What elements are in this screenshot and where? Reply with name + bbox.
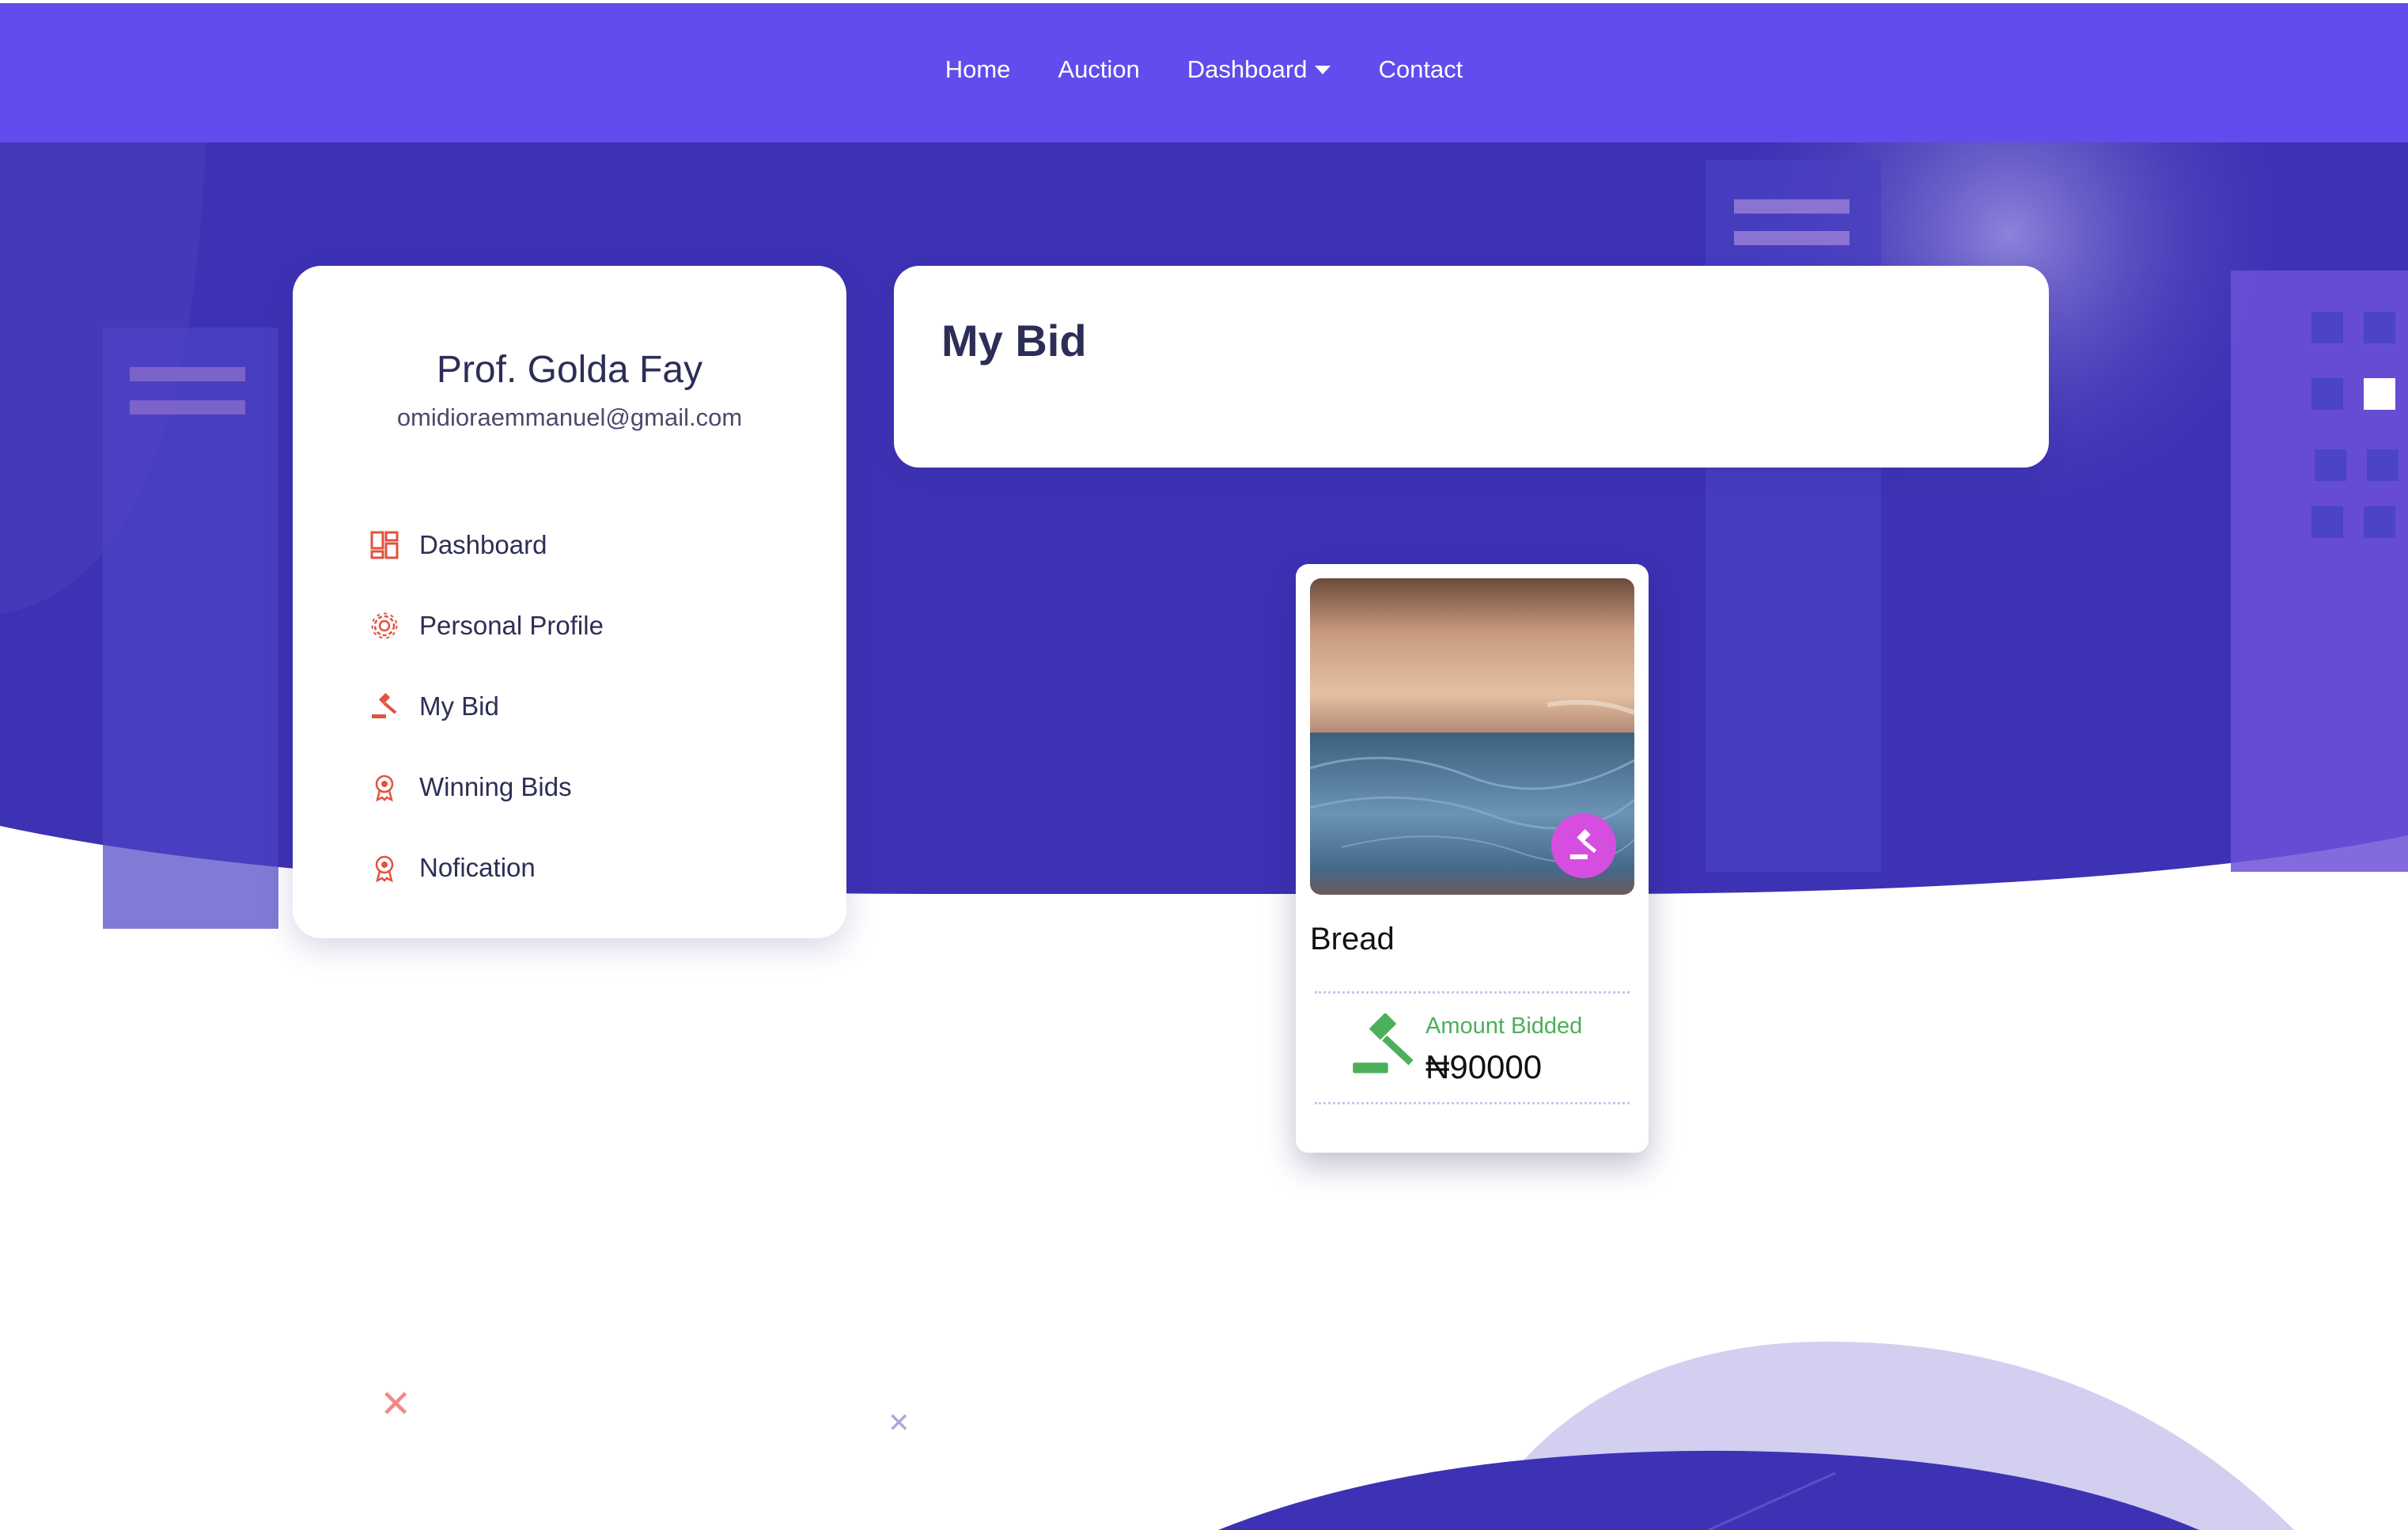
nav-contact-link[interactable]: Contact xyxy=(1354,55,1486,84)
nav-home-link[interactable]: Home xyxy=(922,55,1035,84)
main-nav: Home Auction Dashboard Contact xyxy=(0,55,2408,84)
sidebar-item-label: Personal Profile xyxy=(419,611,604,640)
bid-card[interactable]: Bread Amount Bidded ₦90000 xyxy=(1296,564,1649,1153)
nav-dashboard-dropdown[interactable]: Dashboard xyxy=(1164,55,1355,84)
profile-sidebar: Prof. Golda Fay omidioraemmanuel@gmail.c… xyxy=(293,266,846,938)
nav-home-label: Home xyxy=(945,55,1011,83)
divider xyxy=(1315,991,1630,994)
sidebar-item-label: My Bid xyxy=(419,691,499,721)
amount-bidded-value: ₦90000 xyxy=(1425,1048,1543,1085)
bottom-wave-decoration xyxy=(1218,1341,2294,1530)
nav-auction-label: Auction xyxy=(1058,55,1140,83)
amount-bidded-label: Amount Bidded xyxy=(1425,1013,1583,1039)
dashboard-icon xyxy=(369,529,400,561)
nav-dashboard-label: Dashboard xyxy=(1187,55,1308,83)
gear-icon xyxy=(369,610,400,642)
gavel-icon xyxy=(1569,829,1597,860)
divider xyxy=(1315,1102,1630,1104)
bid-badge-button[interactable] xyxy=(1551,813,1616,878)
nav-contact-label: Contact xyxy=(1378,55,1463,83)
sidebar-menu: Dashboard Personal Profile My Bid Winnin… xyxy=(369,505,604,908)
sidebar-item-notification[interactable]: Nofication xyxy=(369,827,604,908)
top-navbar: Home Auction Dashboard Contact xyxy=(0,0,2408,142)
gavel-icon xyxy=(369,691,400,722)
profile-name: Prof. Golda Fay xyxy=(436,349,703,391)
award-icon xyxy=(369,852,400,884)
decorative-cross-icon: ✕ xyxy=(380,1384,412,1426)
sidebar-item-label: Dashboard xyxy=(419,530,547,559)
award-icon xyxy=(369,771,400,803)
caret-down-icon xyxy=(1315,65,1331,74)
sidebar-item-dashboard[interactable]: Dashboard xyxy=(369,505,604,585)
bid-item-name[interactable]: Bread xyxy=(1310,922,1395,957)
profile-email: omidioraemmanuel@gmail.com xyxy=(396,403,743,431)
sidebar-item-my-bid[interactable]: My Bid xyxy=(369,666,604,747)
sidebar-item-winning-bids[interactable]: Winning Bids xyxy=(369,747,604,827)
sidebar-item-label: Winning Bids xyxy=(419,772,572,801)
page: ✕ ✕ Home Auction Dashboard Contact Prof.… xyxy=(0,0,2408,1530)
page-title: My Bid xyxy=(941,316,1087,365)
page-title-card: My Bid xyxy=(894,266,2049,468)
gavel-icon xyxy=(1351,1012,1414,1081)
sidebar-item-label: Nofication xyxy=(419,853,536,882)
nav-auction-link[interactable]: Auction xyxy=(1034,55,1163,84)
bid-item-image[interactable] xyxy=(1310,578,1634,895)
sidebar-item-personal-profile[interactable]: Personal Profile xyxy=(369,585,604,666)
decorative-cross-icon: ✕ xyxy=(888,1408,911,1438)
